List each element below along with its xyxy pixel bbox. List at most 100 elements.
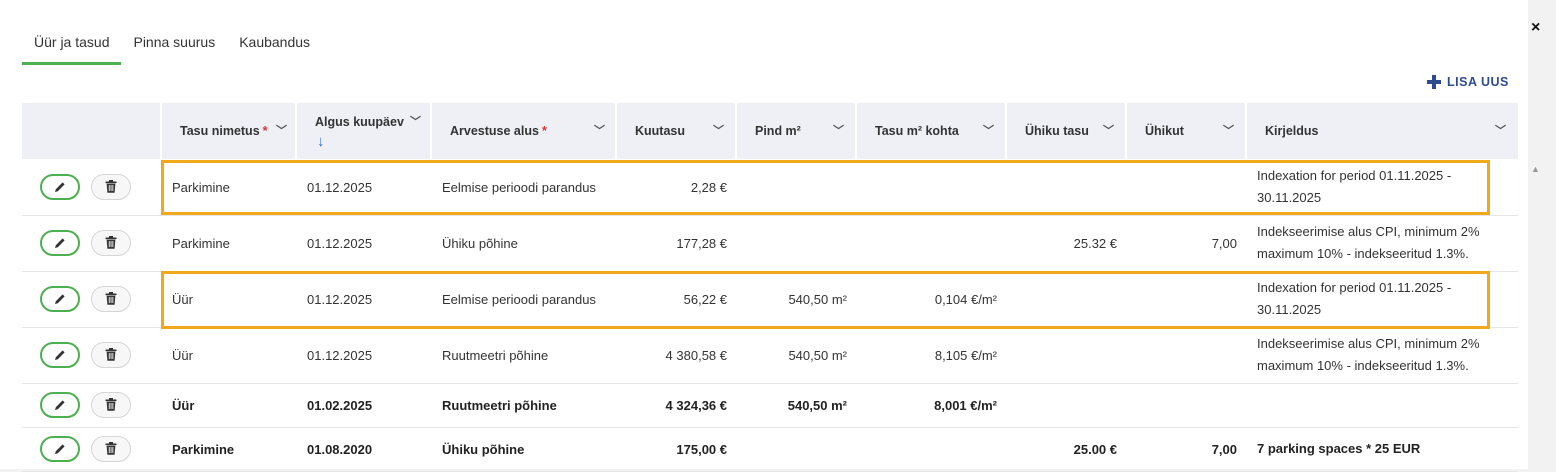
header-label: Tasu nimetus (180, 124, 260, 138)
header-tasu-nimetus[interactable]: Tasu nimetus * ﹀ (162, 103, 297, 159)
header-label: Tasu m² kohta (875, 124, 959, 138)
header-kirjeldus[interactable]: Kirjeldus ﹀ (1247, 103, 1518, 159)
delete-button[interactable] (91, 230, 131, 256)
cell-pind (737, 427, 847, 471)
chevron-down-icon[interactable]: ﹀ (410, 113, 421, 129)
header-uhikut[interactable]: Ühikut ﹀ (1127, 103, 1247, 159)
cell-kirjeldus: 7 parking spaces * 25 EUR (1257, 441, 1421, 456)
cell-pind (737, 215, 847, 271)
cell-uhikut (1127, 271, 1237, 327)
cell-tasu-nimetus: Parkimine (172, 441, 235, 457)
table-row: Parkimine 01.12.2025 Ühiku põhine 177,28 € 2… (22, 215, 1518, 272)
trash-icon (105, 348, 117, 361)
cell-arvestuse-alus: Ruutmeetri põhine (442, 397, 557, 413)
delete-button[interactable] (91, 436, 131, 462)
header-label: Kuutasu (635, 124, 685, 138)
header-label: Ühiku tasu (1025, 124, 1089, 138)
cell-arvestuse-alus: Ühiku põhine (442, 441, 525, 457)
chevron-down-icon[interactable]: ﹀ (713, 122, 724, 138)
cell-arvestuse-alus: Eelmise perioodi parandus (442, 291, 596, 307)
header-uhiku-tasu[interactable]: Ühiku tasu ﹀ (1007, 103, 1127, 159)
cell-uhiku-tasu (1007, 327, 1117, 383)
chevron-down-icon[interactable]: ﹀ (1223, 122, 1234, 138)
chevron-down-icon[interactable]: ﹀ (833, 122, 844, 138)
chevron-down-icon[interactable]: ﹀ (1495, 122, 1506, 138)
cell-kirjeldus (1257, 383, 1497, 427)
header-label: Kirjeldus (1265, 124, 1319, 138)
header-label: Pind m² (755, 124, 801, 138)
cell-algus-kuupaev: 01.12.2025 (307, 235, 373, 251)
cell-algus-kuupaev: 01.08.2020 (307, 441, 373, 457)
cell-pind (737, 159, 847, 215)
cell-pind: 540,50 m² (788, 347, 847, 363)
cell-kuutasu: 4 380,58 € (665, 347, 727, 363)
edit-button[interactable] (40, 342, 80, 368)
tab-rent-and-fees[interactable]: Üür ja tasud (22, 22, 122, 65)
cell-algus-kuupaev: 01.12.2025 (307, 291, 373, 307)
edit-button[interactable] (40, 286, 80, 312)
cell-arvestuse-alus: Ühiku põhine (442, 235, 518, 251)
table-row: Üür 01.12.2025 Ruutmeetri põhine 4 380,58 €… (22, 327, 1518, 384)
pencil-icon (55, 182, 65, 192)
edit-button[interactable] (40, 174, 80, 200)
required-mark: * (541, 124, 547, 138)
cell-tasu-m2: 8,001 €/m² (934, 397, 997, 413)
pencil-icon (55, 350, 65, 360)
chevron-down-icon[interactable]: ﹀ (1103, 122, 1114, 138)
table-row: Üür 01.02.2025 Ruutmeetri põhine 4 324,36 €… (22, 383, 1518, 428)
delete-button[interactable] (91, 174, 131, 200)
chevron-down-icon[interactable]: ﹀ (276, 122, 287, 138)
add-new-button[interactable]: LISA UUS (1427, 75, 1509, 89)
edit-button[interactable] (40, 392, 80, 418)
edit-button[interactable] (40, 436, 80, 462)
cell-arvestuse-alus: Eelmise perioodi parandus (442, 179, 596, 195)
table-header: Tasu nimetus * ﹀ Algus kuupäev ﹀ ↓ Arvest… (22, 103, 1518, 159)
cell-arvestuse-alus: Ruutmeetri põhine (442, 347, 549, 363)
cell-tasu-m2 (857, 215, 997, 271)
cell-tasu-nimetus: Üür (172, 291, 193, 307)
sort-desc-icon[interactable]: ↓ (317, 133, 325, 150)
pencil-icon (55, 444, 65, 454)
tab-commerce[interactable]: Kaubandus (227, 22, 322, 62)
tab-area-size[interactable]: Pinna suurus (121, 22, 227, 62)
header-kuutasu[interactable]: Kuutasu ﹀ (617, 103, 737, 159)
trash-icon (105, 398, 117, 411)
table-row: Parkimine 01.12.2025 Eelmise perioodi para… (22, 159, 1518, 216)
pencil-icon (55, 294, 65, 304)
header-label: Algus kuupäev (315, 115, 404, 129)
cell-tasu-nimetus: Üür (172, 347, 193, 363)
dialog-panel: Üür ja tasud Pinna suurus Kaubandus LISA… (0, 0, 1528, 472)
header-arvestuse-alus[interactable]: Arvestuse alus * ﹀ (432, 103, 617, 159)
delete-button[interactable] (91, 286, 131, 312)
cell-kuutasu: 2,28 € (690, 179, 727, 195)
scroll-up-arrow-icon[interactable]: ▲ (1531, 164, 1540, 174)
tab-bar: Üür ja tasud Pinna suurus Kaubandus (22, 22, 322, 65)
cell-tasu-m2 (857, 427, 997, 471)
table-row: Parkimine 01.08.2020 Ühiku põhine 175,00 € 2… (22, 427, 1518, 472)
cell-tasu-nimetus: Üür (172, 397, 195, 413)
edit-button[interactable] (40, 230, 80, 256)
chevron-down-icon[interactable]: ﹀ (983, 122, 994, 138)
cell-kuutasu: 177,28 € (676, 235, 727, 251)
pencil-icon (55, 400, 65, 410)
cell-uhiku-tasu (1007, 383, 1117, 427)
header-tasu-m2[interactable]: Tasu m² kohta ﹀ (857, 103, 1007, 159)
cell-tasu-m2 (857, 159, 997, 215)
header-pind[interactable]: Pind m² ﹀ (737, 103, 857, 159)
cell-algus-kuupaev: 01.02.2025 (307, 397, 373, 413)
trash-icon (105, 442, 117, 455)
add-new-label: LISA UUS (1447, 75, 1509, 89)
cell-kirjeldus: Indexation for period 01.11.2025 - 30.11… (1257, 280, 1452, 317)
header-label: Ühikut (1145, 124, 1184, 138)
delete-button[interactable] (91, 342, 131, 368)
header-algus-kuupaev[interactable]: Algus kuupäev ﹀ ↓ (297, 103, 432, 159)
scrollbar[interactable] (1518, 159, 1528, 469)
cell-uhikut (1127, 159, 1237, 215)
cell-algus-kuupaev: 01.12.2025 (307, 179, 373, 195)
close-icon[interactable]: × (1531, 20, 1540, 36)
cell-uhikut (1127, 327, 1237, 383)
cell-tasu-nimetus: Parkimine (172, 235, 230, 251)
cell-uhikut: 7,00 (1211, 235, 1237, 251)
delete-button[interactable] (91, 392, 131, 418)
chevron-down-icon[interactable]: ﹀ (594, 122, 605, 138)
